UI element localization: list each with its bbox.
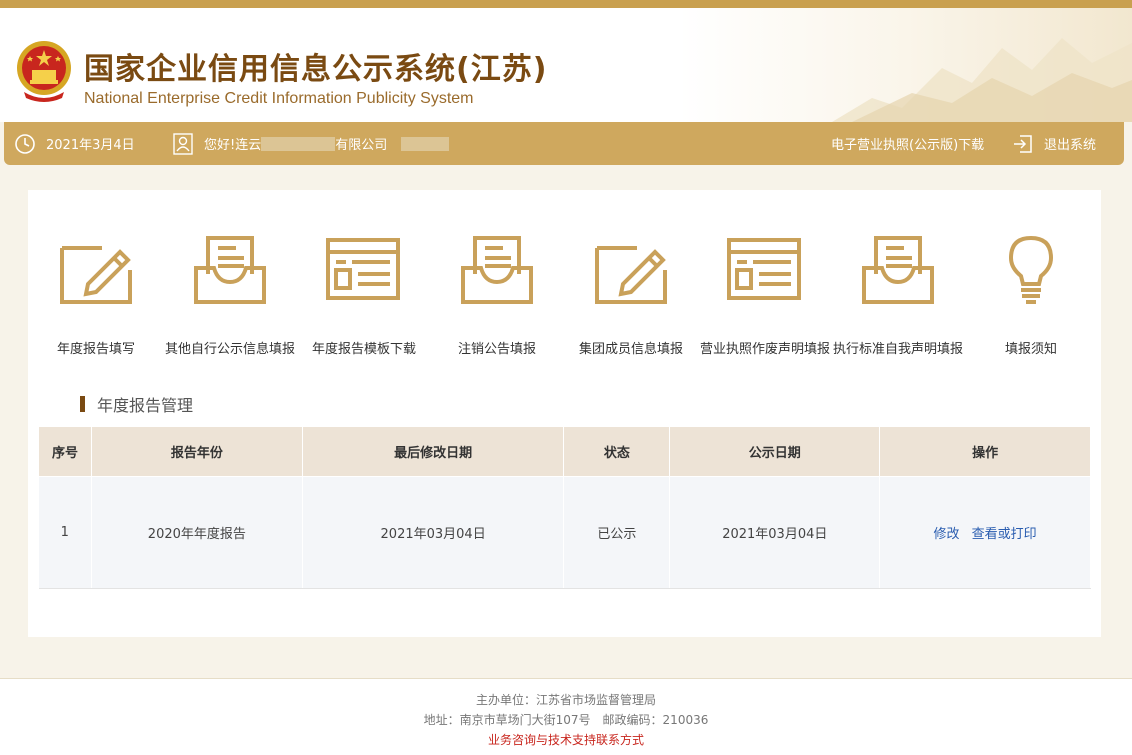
annual-report-table: 序号 报告年份 最后修改日期 状态 公示日期 操作 1 2020年年度报告 20…	[38, 426, 1091, 589]
national-emblem-icon	[17, 41, 71, 102]
column-header: 最后修改日期	[301, 426, 565, 477]
clock-icon	[14, 133, 36, 155]
tool-label: 其他自行公示信息填报	[165, 342, 296, 357]
tool-deregistration-notice[interactable]: 注销公告填报	[432, 234, 562, 357]
edit-form-icon	[595, 246, 667, 304]
column-header: 公示日期	[669, 426, 881, 477]
cell-actions: 修改 查看或打印	[879, 476, 1091, 589]
tool-label: 集团成员信息填报	[578, 342, 683, 357]
site-footer: 主办单位：江苏省市场监督管理局 地址：南京市草场门大街107号 邮政编码：210…	[0, 678, 1132, 755]
user-icon	[172, 132, 194, 155]
inbox-document-icon	[461, 236, 533, 304]
column-header: 状态	[563, 426, 671, 477]
top-navbar: 2021年3月4日 您好!连云 有限公司 电子营业执照(公示版)下载 退出系统	[4, 122, 1124, 165]
current-date: 2021年3月4日	[14, 122, 135, 165]
section-title-text: 年度报告管理	[97, 396, 194, 415]
cell-report-year: 2020年年度报告	[91, 476, 303, 589]
tool-label: 营业执照作废声明填报	[700, 342, 831, 357]
template-window-icon	[326, 238, 400, 300]
footer-address: 地址：南京市草场门大街107号 邮政编码：210036	[423, 713, 709, 727]
top-strip	[0, 0, 1132, 8]
edit-link[interactable]: 修改	[934, 527, 960, 542]
tool-label: 年度报告模板下载	[311, 342, 416, 357]
tool-standard-self-declaration[interactable]: 执行标准自我声明填报	[833, 234, 963, 357]
site-title: 国家企业信用信息公示系统(江苏)	[84, 52, 548, 87]
view-print-link[interactable]: 查看或打印	[972, 527, 1037, 542]
greeting-suffix: 有限公司	[335, 138, 388, 153]
tool-other-disclosure[interactable]: 其他自行公示信息填报	[165, 234, 295, 357]
redacted-company-name	[261, 136, 336, 151]
cell-index: 1	[38, 476, 92, 589]
column-header: 序号	[38, 426, 92, 477]
tool-label: 执行标准自我声明填报	[833, 342, 964, 357]
lightbulb-icon	[1008, 235, 1054, 304]
tool-annual-report-fill[interactable]: 年度报告填写	[31, 234, 161, 357]
table-row: 1 2020年年度报告 2021年03月04日 已公示 2021年03月04日 …	[38, 476, 1091, 589]
user-greeting: 您好!连云 有限公司	[172, 122, 450, 165]
mountain-decoration	[832, 38, 1132, 122]
date-text: 2021年3月4日	[46, 138, 135, 153]
column-header: 操作	[879, 426, 1091, 477]
footer-support-link[interactable]: 业务咨询与技术支持联系方式	[0, 730, 1132, 750]
logout-button[interactable]: 退出系统	[1012, 122, 1096, 165]
logout-label: 退出系统	[1044, 138, 1097, 153]
table-header-row: 序号 报告年份 最后修改日期 状态 公示日期 操作	[38, 426, 1091, 477]
section-marker	[80, 396, 85, 412]
redacted-info	[401, 136, 450, 151]
tool-license-void-statement[interactable]: 营业执照作废声明填报	[700, 234, 830, 357]
column-header: 报告年份	[90, 426, 303, 477]
tool-template-download[interactable]: 年度报告模板下载	[299, 234, 429, 357]
greeting-prefix: 您好!连云	[204, 138, 262, 153]
site-header: 国家企业信用信息公示系统(江苏) National Enterprise Cre…	[0, 8, 1132, 122]
template-window-icon	[727, 238, 801, 300]
cell-modified-date: 2021年03月04日	[302, 476, 565, 589]
cell-status: 已公示	[563, 476, 671, 589]
inbox-document-icon	[862, 236, 934, 304]
inbox-document-icon	[194, 236, 266, 304]
tool-group-member-info[interactable]: 集团成员信息填报	[566, 234, 696, 357]
site-subtitle: National Enterprise Credit Information P…	[84, 90, 474, 107]
section-title: 年度报告管理	[80, 392, 193, 416]
logout-icon	[1012, 133, 1034, 155]
main-panel: 年度报告填写 其他自行公示信息填报 年度报告模板下载 注销公告填报 集团成员信息…	[28, 190, 1101, 637]
tool-filing-instructions[interactable]: 填报须知	[966, 234, 1096, 357]
edit-form-icon	[60, 246, 132, 304]
cell-published-date: 2021年03月04日	[669, 476, 881, 589]
footer-host: 主办单位：江苏省市场监督管理局	[475, 693, 656, 707]
tool-label: 注销公告填报	[457, 342, 536, 357]
license-download-link[interactable]: 电子营业执照(公示版)下载	[831, 122, 984, 165]
tool-label: 年度报告填写	[56, 342, 135, 357]
tool-label: 填报须知	[1004, 342, 1057, 357]
